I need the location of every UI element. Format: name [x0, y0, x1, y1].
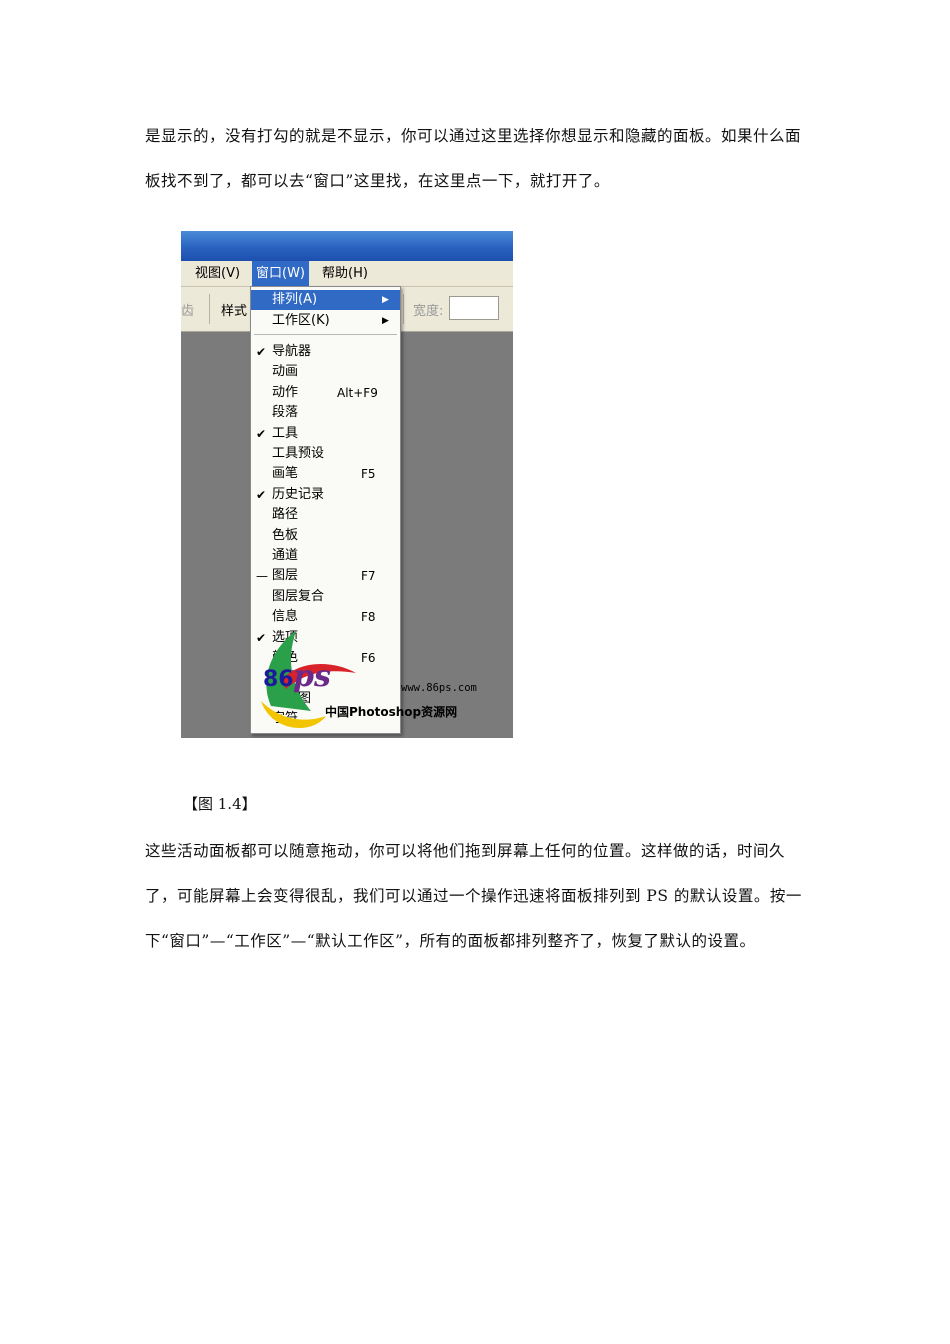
menu-help[interactable]: 帮助(H): [318, 261, 372, 286]
menu-item[interactable]: 路径: [251, 505, 400, 525]
menu-item[interactable]: 画笔 F5: [251, 464, 400, 484]
checkmark-icon: ✔: [256, 426, 267, 441]
menu-item-shortcut: F5: [361, 467, 376, 482]
width-input[interactable]: [449, 296, 499, 320]
menu-view[interactable]: 视图(V): [191, 261, 244, 286]
menu-item[interactable]: 动作 Alt+F9: [251, 383, 400, 403]
menu-item[interactable]: ✔ 历史记录: [251, 485, 400, 505]
checkmark-icon: ✔: [256, 487, 267, 502]
menu-item[interactable]: 通道: [251, 546, 400, 566]
menu-item-label: 排列(A): [272, 292, 318, 307]
menu-item[interactable]: 段落: [251, 403, 400, 423]
menu-separator: [254, 334, 397, 335]
menu-bar: 视图(V) 窗口(W) 帮助(H): [181, 261, 513, 287]
toolbar-divider: [403, 294, 404, 324]
menu-item-shortcut: Alt+F9: [337, 385, 378, 400]
width-label: 宽度:: [413, 304, 444, 319]
body-paragraph-2: 这些活动面板都可以随意拖动，你可以将他们拖到屏幕上任何的位置。这样做的话，时间久…: [145, 842, 802, 950]
menu-item-label: 工具: [272, 425, 299, 441]
logo-ps: ps: [293, 659, 331, 694]
menu-item[interactable]: 工具预设: [251, 444, 400, 464]
toolbar-divider: [209, 294, 210, 324]
style-label: 样式: [221, 304, 248, 319]
menu-window[interactable]: 窗口(W): [252, 261, 309, 286]
window-titlebar: [181, 231, 513, 261]
photoshop-window-screenshot: 视图(V) 窗口(W) 帮助(H) 齿 样式 宽度: 排列(A) ▶ 工作区(K…: [181, 231, 513, 738]
logo-url: www.86ps.com: [401, 682, 477, 694]
menu-item-label: 色板: [272, 527, 299, 543]
menu-item-label: 画笔: [272, 466, 299, 482]
menu-item-label: 通道: [272, 548, 299, 563]
menu-item[interactable]: ✔ 工具: [251, 424, 400, 444]
body-paragraph-1: 是显示的，没有打勾的就是不显示，你可以通过这里选择你想显示和隐藏的面板。如果什么…: [145, 127, 802, 190]
menu-item[interactable]: 色板: [251, 526, 400, 546]
menu-item-label: 工作区(K): [272, 313, 330, 328]
menu-item-label: 工具预设: [272, 446, 325, 461]
menu-item-label: 路径: [272, 507, 299, 523]
menu-item[interactable]: — 图层 F7: [251, 566, 400, 586]
antialias-label: 齿: [181, 304, 195, 319]
menu-item[interactable]: ✔ 导航器: [251, 342, 400, 362]
menu-item-shortcut: F7: [361, 569, 376, 584]
figure-caption: 【图 1.4】: [183, 795, 257, 813]
logo-site-name: 中国Photoshop资源网: [325, 705, 458, 719]
menu-item[interactable]: 图层复合: [251, 587, 400, 607]
menu-item-label: 历史记录: [272, 486, 325, 502]
menu-item-arrange[interactable]: 排列(A) ▶: [251, 290, 400, 310]
menu-item-label: 动画: [272, 364, 299, 380]
menu-item-label: 导航器: [272, 344, 312, 359]
menu-item-workspace[interactable]: 工作区(K) ▶: [251, 311, 400, 331]
active-dash-icon: —: [256, 569, 268, 584]
menu-item-label: 图层: [272, 568, 299, 584]
checkmark-icon: ✔: [256, 345, 267, 359]
menu-item-label: 图层复合: [272, 588, 325, 604]
menu-item-label: 动作: [272, 384, 299, 400]
submenu-arrow-icon: ▶: [382, 295, 389, 305]
submenu-arrow-icon: ▶: [382, 316, 389, 326]
menu-item[interactable]: 动画: [251, 362, 400, 382]
logo-number: 86: [263, 667, 294, 692]
menu-item-label: 段落: [272, 405, 299, 421]
